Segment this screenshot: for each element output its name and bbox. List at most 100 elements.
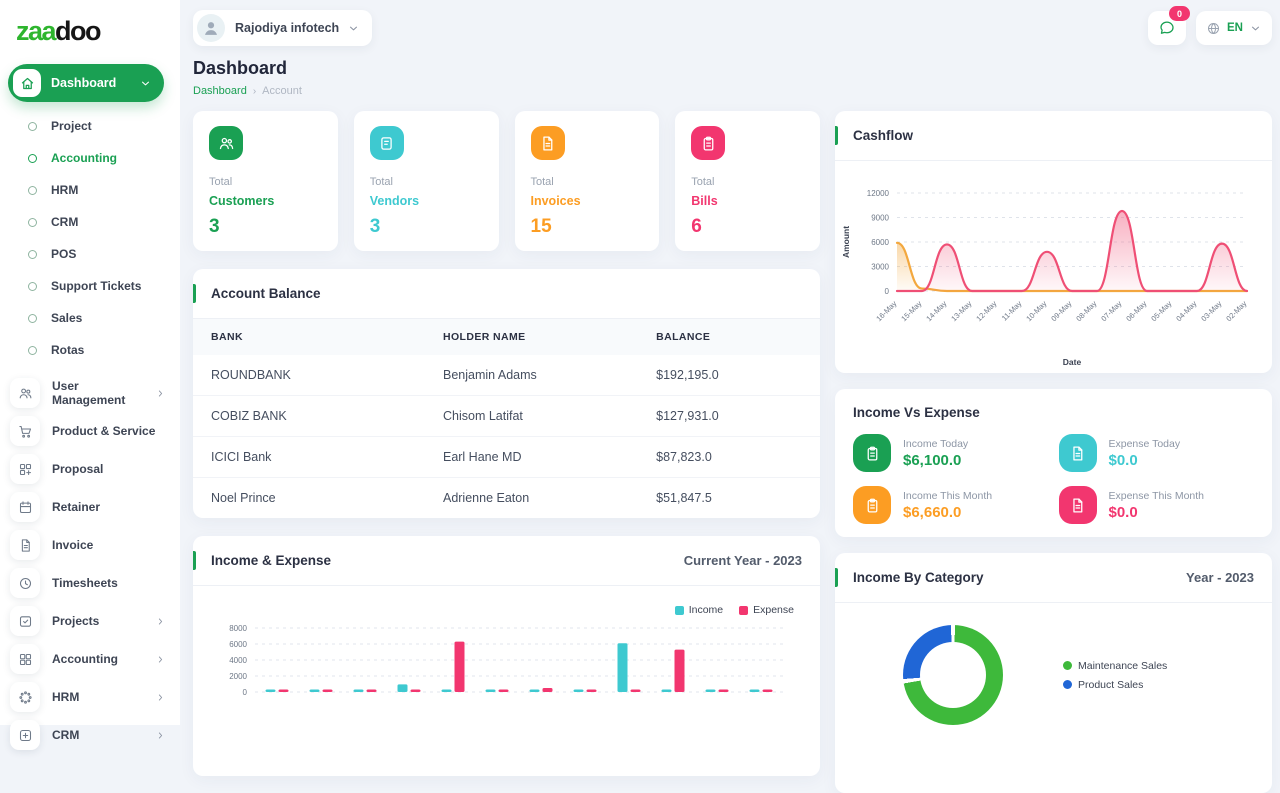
stat-label: Customers [209,194,275,208]
stat-top-label: Total [369,176,393,188]
stat-top-label: Total [209,176,233,188]
language-selector[interactable]: EN [1196,11,1272,45]
chevron-down-icon [1249,22,1262,35]
language-code: EN [1227,22,1243,34]
table-row: Noel Prince Adrienne Eaton $51,847.5 [193,478,820,519]
sidebar-item-accounting[interactable]: Accounting [0,640,180,678]
sidebar-item-crm[interactable]: CRM [0,716,180,754]
svg-text:15-May: 15-May [899,299,923,323]
account-balance-title: Account Balance [211,286,321,301]
sidebar-subitem-pos[interactable]: POS [0,238,180,270]
messages-button[interactable]: 0 [1148,6,1191,45]
invoice-icon [1058,434,1097,472]
chevron-down-icon [139,77,152,90]
sidebar-item-label: Product & Service [52,424,156,438]
svg-text:09-May: 09-May [1049,299,1073,323]
holder-cell: Adrienne Eaton [442,491,530,505]
table-col-balance: Balance [638,319,820,355]
company-switcher[interactable]: Rajodiya infotech [193,10,373,46]
sidebar-item-product-service[interactable]: Product & Service [0,412,180,450]
stat-value: 3 [369,216,381,237]
chevron-right-icon [155,388,166,399]
company-name: Rajodiya infotech [235,21,340,35]
table-col-holder-name: Holder Name [424,319,639,355]
income-expense-subtitle: Current Year - 2023 [683,553,802,568]
balance-cell: $87,823.0 [638,436,820,478]
table-row: ROUNDBANK Benjamin Adams $192,195.0 [193,355,820,396]
circle-icon [28,281,37,291]
income-vs-expense-title: Income Vs Expense [853,405,980,420]
circle-icon [28,345,37,355]
ive-value: $0.0 [1108,503,1138,521]
cashflow-area-chart: 0 3000 6000 9000 12000 16-May 15-May 14-May 13-M… [841,189,1249,367]
ive-entry-expense-this-month: Expense This Month $0.0 [1058,486,1255,524]
income-by-category-donut [903,625,1003,725]
app-logo[interactable]: zaadoo [0,0,180,46]
breadcrumb-dashboard[interactable]: Dashboard [193,85,247,97]
invoice-icon [10,530,40,560]
sidebar-subitem-label: Accounting [51,151,117,165]
sidebar-item-retainer[interactable]: Retainer [0,488,180,526]
bill-icon [691,126,726,160]
chevron-right-icon [155,692,166,703]
sidebar-item-timesheets[interactable]: Timesheets [0,564,180,602]
sidebar-subitem-project[interactable]: Project [0,110,180,142]
svg-text:3000: 3000 [871,263,889,272]
circle-icon [28,249,37,259]
legend-item-expense[interactable]: Expense [739,604,794,616]
bank-cell: Noel Prince [211,491,276,505]
breadcrumb: Dashboard › Account [193,85,1280,97]
sidebar-item-projects[interactable]: Projects [0,602,180,640]
invoice-icon [1058,486,1097,524]
legend-item-income[interactable]: Income [674,604,723,616]
sidebar-item-user-management[interactable]: User Management [0,374,180,412]
sidebar-subitem-support-tickets[interactable]: Support Tickets [0,270,180,302]
circle-icon [28,217,37,227]
chevron-right-icon [155,616,166,627]
home-icon [13,69,41,97]
cart-icon [10,416,40,446]
stat-top-label: Total [530,176,554,188]
chevron-down-icon [347,22,360,35]
svg-text:0: 0 [243,688,248,697]
sidebar-item-proposal[interactable]: Proposal [0,450,180,488]
sidebar-subitem-hrm[interactable]: HRM [0,174,180,206]
legend-dot [1063,661,1072,670]
cashflow-card: Cashflow 0 3000 6000 9000 12000 16-May 15-May 1… [835,111,1272,373]
invoice-icon [530,126,565,160]
legend-item-maintenance-sales[interactable]: Maintenance Sales [1063,660,1167,672]
svg-text:2000: 2000 [229,672,247,681]
income-vs-expense-card: Income Vs Expense Income Today $6,100.0 Ex… [835,389,1272,537]
legend-item-product-sales[interactable]: Product Sales [1063,679,1167,691]
ive-label: Expense This Month [1108,489,1205,502]
account-balance-table: Bank Holder Name Balance ROUNDBANK Benjamin… [193,319,820,518]
svg-text:Date: Date [1063,357,1082,367]
sidebar-subitem-label: HRM [51,183,79,197]
svg-text:03-May: 03-May [1199,299,1223,323]
ive-entry-income-this-month: Income This Month $6,660.0 [853,486,1049,524]
sidebar-subitem-rotas[interactable]: Rotas [0,334,180,366]
sidebar-item-label: Projects [52,614,100,628]
sidebar-subitem-crm[interactable]: CRM [0,206,180,238]
main-area: Rajodiya infotech 0 EN Dashboard Dashboa… [180,0,1280,793]
svg-text:02-May: 02-May [1224,299,1248,323]
sidebar-subitem-accounting[interactable]: Accounting [0,142,180,174]
svg-text:9000: 9000 [871,214,889,223]
bill-icon [853,434,891,472]
sidebar-item-invoice[interactable]: Invoice [0,526,180,564]
svg-text:4000: 4000 [229,656,247,665]
topbar: Rajodiya infotech 0 EN [180,0,1280,50]
circle-icon [28,153,37,163]
stat-top-label: Total [691,176,715,188]
sidebar-item-hrm[interactable]: HRM [0,678,180,716]
sidebar-subitem-label: POS [51,247,77,261]
sidebar-item-dashboard[interactable]: Dashboard [8,64,164,102]
hrm-icon [10,682,40,712]
income-by-category-legend: Maintenance Sales Product Sales [1063,660,1167,691]
holder-cell: Chisom Latifat [424,395,639,437]
page-title: Dashboard [193,58,288,78]
svg-text:12000: 12000 [867,189,890,198]
sidebar-subitem-sales[interactable]: Sales [0,302,180,334]
svg-text:06-May: 06-May [1124,299,1148,323]
svg-text:0: 0 [885,287,890,296]
